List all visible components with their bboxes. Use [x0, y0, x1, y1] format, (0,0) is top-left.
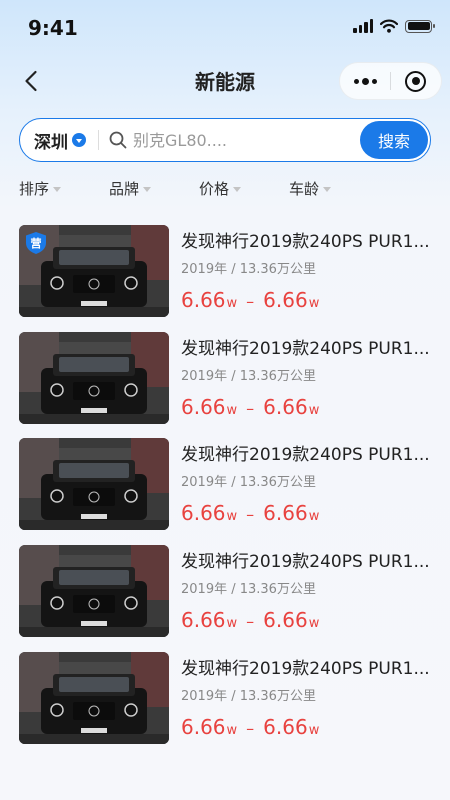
- car-title: 发现神行2019款240PS PUR1...: [181, 339, 430, 359]
- filter-price[interactable]: 价格: [199, 178, 242, 199]
- filter-label: 价格: [199, 180, 230, 198]
- price-separator: –: [246, 505, 255, 524]
- wifi-icon: [380, 19, 398, 33]
- caret-down-icon: [53, 186, 62, 192]
- chevron-left-icon: [25, 70, 37, 92]
- car-list-item[interactable]: 发现神行2019款240PS PUR1... 2019年 / 13.36万公里 …: [0, 332, 450, 424]
- filter-label: 品牌: [109, 180, 140, 198]
- car-list-item[interactable]: 发现神行2019款240PS PUR1... 2019年 / 13.36万公里 …: [0, 652, 450, 744]
- filter-age[interactable]: 车龄: [289, 178, 332, 199]
- filter-sort[interactable]: 排序: [19, 178, 62, 199]
- car-price: 6.66w –6.66w: [181, 395, 319, 419]
- price-high: 6.66: [263, 395, 308, 419]
- price-low: 6.66: [181, 501, 226, 525]
- car-thumbnail: [19, 332, 169, 424]
- car-image: [19, 652, 169, 744]
- car-meta: 2019年 / 13.36万公里: [181, 262, 316, 277]
- city-label: 深圳: [34, 132, 68, 153]
- car-price: 6.66w –6.66w: [181, 501, 319, 525]
- signal-icon: [353, 19, 373, 33]
- target-icon: [405, 70, 427, 92]
- price-unit: w: [226, 403, 238, 418]
- close-program-button[interactable]: [391, 63, 441, 99]
- more-button[interactable]: [340, 63, 390, 99]
- car-price: 6.66w –6.66w: [181, 715, 319, 739]
- filter-label: 排序: [19, 180, 50, 198]
- car-image: [19, 438, 169, 530]
- car-title: 发现神行2019款240PS PUR1...: [181, 552, 430, 572]
- price-low: 6.66: [181, 608, 226, 632]
- price-separator: –: [246, 612, 255, 631]
- price-unit: w: [308, 403, 320, 418]
- price-separator: –: [246, 719, 255, 738]
- price-unit: w: [308, 509, 320, 524]
- price-unit: w: [226, 509, 238, 524]
- car-title: 发现神行2019款240PS PUR1...: [181, 232, 430, 252]
- price-high: 6.66: [263, 608, 308, 632]
- badge-icon: 营: [26, 232, 46, 254]
- car-list-item[interactable]: 发现神行2019款240PS PUR1... 2019年 / 13.36万公里 …: [0, 545, 450, 637]
- car-list-item[interactable]: 营 发现神行2019款240PS PUR1... 2019年 / 13.36万公…: [0, 225, 450, 317]
- price-unit: w: [226, 296, 238, 311]
- car-meta: 2019年 / 13.36万公里: [181, 475, 316, 490]
- car-image: [19, 545, 169, 637]
- car-meta: 2019年 / 13.36万公里: [181, 369, 316, 384]
- back-button[interactable]: [14, 64, 48, 98]
- mini-program-capsule: [339, 62, 442, 100]
- status-time: 9:41: [28, 16, 78, 40]
- price-unit: w: [308, 616, 320, 631]
- filter-label: 车龄: [289, 180, 320, 198]
- car-thumbnail: [19, 438, 169, 530]
- price-high: 6.66: [263, 288, 308, 312]
- price-unit: w: [226, 723, 238, 738]
- search-button[interactable]: 搜索: [360, 121, 428, 159]
- car-title: 发现神行2019款240PS PUR1...: [181, 659, 430, 679]
- car-meta: 2019年 / 13.36万公里: [181, 582, 316, 597]
- car-thumbnail: [19, 652, 169, 744]
- filter-row: 排序 品牌 价格 车龄: [0, 178, 450, 208]
- search-input[interactable]: [133, 130, 360, 150]
- car-thumbnail: 营: [19, 225, 169, 317]
- price-separator: –: [246, 399, 255, 418]
- dropdown-icon: [72, 133, 86, 147]
- car-list-item[interactable]: 发现神行2019款240PS PUR1... 2019年 / 13.36万公里 …: [0, 438, 450, 530]
- price-unit: w: [226, 616, 238, 631]
- filter-brand[interactable]: 品牌: [109, 178, 152, 199]
- search-divider: [98, 130, 99, 150]
- price-unit: w: [308, 296, 320, 311]
- badge-label: 营: [30, 237, 42, 250]
- car-image: [19, 332, 169, 424]
- price-high: 6.66: [263, 501, 308, 525]
- price-unit: w: [308, 723, 320, 738]
- car-price: 6.66w –6.66w: [181, 608, 319, 632]
- battery-icon: [405, 19, 435, 33]
- price-low: 6.66: [181, 395, 226, 419]
- price-low: 6.66: [181, 715, 226, 739]
- car-title: 发现神行2019款240PS PUR1...: [181, 445, 430, 465]
- price-separator: –: [246, 292, 255, 311]
- search-bar: 深圳 搜索: [19, 118, 431, 162]
- car-thumbnail: [19, 545, 169, 637]
- status-icons: [353, 19, 435, 33]
- price-high: 6.66: [263, 715, 308, 739]
- car-price: 6.66w –6.66w: [181, 288, 319, 312]
- status-bar: 9:41: [0, 0, 450, 56]
- caret-down-icon: [143, 186, 152, 192]
- caret-down-icon: [233, 186, 242, 192]
- more-dots-icon: [353, 77, 377, 85]
- caret-down-icon: [323, 186, 332, 192]
- nav-bar: 新能源: [0, 56, 450, 106]
- car-meta: 2019年 / 13.36万公里: [181, 689, 316, 704]
- city-selector[interactable]: 深圳: [20, 128, 86, 153]
- price-low: 6.66: [181, 288, 226, 312]
- search-icon: [109, 131, 127, 149]
